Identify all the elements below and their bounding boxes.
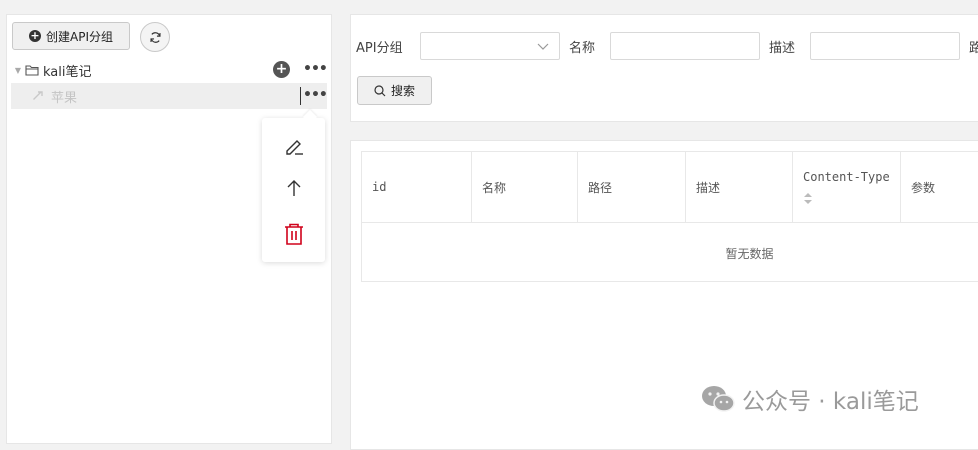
- edit-icon: [285, 140, 303, 155]
- folder-icon: [25, 65, 39, 76]
- wechat-icon: [702, 386, 735, 412]
- move-up-menu-item[interactable]: [262, 168, 325, 208]
- node-actions-popover: [262, 118, 325, 262]
- more-icon[interactable]: •••: [303, 61, 328, 77]
- plus-circle-icon: +: [29, 29, 41, 42]
- arrow-up-icon: [287, 180, 300, 196]
- caret-down-icon[interactable]: ▼: [11, 66, 25, 75]
- column-header-params: 参数: [911, 180, 936, 195]
- refresh-button[interactable]: [140, 22, 170, 52]
- empty-state-text: 暂无数据: [725, 246, 774, 261]
- tree-node-root-label: kali笔记: [43, 64, 92, 80]
- indent-spacer: [11, 88, 47, 105]
- description-label: 描述: [769, 41, 796, 56]
- watermark-text: 公众号 · kali笔记: [742, 389, 919, 415]
- add-child-icon[interactable]: +: [273, 61, 290, 78]
- text-cursor: [300, 87, 301, 105]
- watermark: 公众号 · kali笔记: [700, 382, 919, 416]
- search-button-label: 搜索: [390, 84, 415, 98]
- link-icon: [33, 90, 43, 100]
- create-api-group-label: 创建API分组: [46, 29, 113, 44]
- api-table: id 名称 路径 描述 Content-Type 参数 暂无数据: [361, 151, 978, 282]
- search-button[interactable]: 搜索: [357, 76, 432, 105]
- delete-menu-item[interactable]: [262, 214, 325, 254]
- content-type-label: Content-Type: [803, 169, 890, 184]
- column-header-path: 路径: [578, 152, 686, 222]
- chevron-down-icon: [537, 43, 549, 50]
- name-label: 名称: [569, 41, 596, 56]
- column-header-description: 描述: [686, 152, 793, 222]
- column-header-id: id: [362, 152, 472, 222]
- refresh-icon: [149, 31, 161, 43]
- search-panel: API分组 名称 描述 路 搜索: [350, 14, 978, 122]
- create-api-group-button[interactable]: + 创建API分组: [12, 22, 130, 50]
- edit-menu-item[interactable]: [262, 126, 325, 166]
- column-header-content-type[interactable]: Content-Type: [793, 152, 901, 222]
- search-icon: [374, 84, 386, 96]
- tree-node-child-label: 苹果: [51, 90, 78, 106]
- tree-node-root[interactable]: ▼ kali笔记 + •••: [11, 57, 328, 83]
- sort-icon[interactable]: [803, 192, 813, 205]
- api-group-select[interactable]: [420, 32, 560, 60]
- api-group-label: API分组: [356, 41, 403, 56]
- column-header-name: 名称: [472, 152, 578, 222]
- description-input[interactable]: [810, 32, 960, 60]
- name-input[interactable]: [610, 32, 760, 60]
- trash-icon: [284, 223, 303, 245]
- path-label: 路: [969, 41, 978, 56]
- more-icon[interactable]: •••: [303, 87, 328, 103]
- tree-node-child[interactable]: 苹果 •••: [11, 83, 328, 109]
